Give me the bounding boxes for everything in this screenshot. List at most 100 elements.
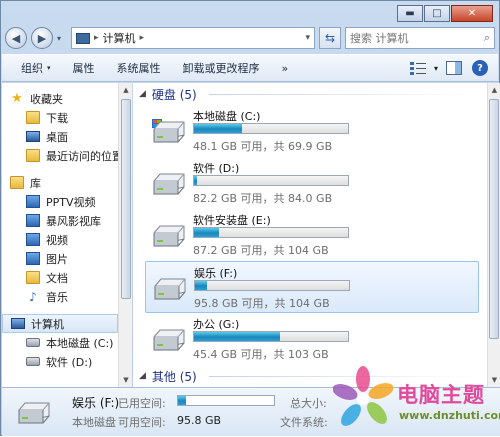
forward-button[interactable]: ▶ [31,27,53,49]
nav-libraries[interactable]: 库 [2,173,118,192]
more-commands-button[interactable]: » [271,57,300,79]
forward-arrow-icon: ▶ [37,31,47,45]
nav-item-drive-c[interactable]: 本地磁盘 (C:) [2,333,118,352]
nav-item-recent-places[interactable]: 最近访问的位置 [2,146,118,165]
nav-libraries-label: 库 [30,176,41,190]
breadcrumb-computer[interactable]: 计算机 [103,30,136,46]
nav-computer-label: 计算机 [31,317,64,331]
drive-usage-bar [193,227,349,238]
search-icon[interactable]: ⌕ [484,31,490,45]
scroll-up-icon[interactable]: ▲ [488,83,500,97]
selected-drive-name: 娱乐 (F:) [72,396,120,410]
breadcrumb-separator-icon[interactable]: ▸ [94,33,99,43]
desktop-icon [26,131,40,142]
help-button[interactable]: ? [470,58,490,78]
favorites-star-icon: ★ [11,91,23,106]
hard-drive-icon [26,357,40,366]
address-dropdown-icon[interactable]: ▾ [305,33,310,43]
hard-drive-icon [153,329,185,351]
drive-tile[interactable]: 软件 (D:) 82.2 GB 可用，共 84.0 GB [145,157,479,209]
scroll-down-icon[interactable]: ▼ [119,373,133,387]
nav-item-label: 软件 (D:) [46,355,93,369]
collapse-triangle-icon[interactable]: ◢ [139,89,146,99]
nav-item-downloads[interactable]: 下载 [2,108,118,127]
command-toolbar: 组织 ▾ 属性 系统属性 卸载或更改程序 » ▾ ? [2,54,498,82]
hard-drive-icon [152,119,185,143]
drive-name: 软件 (D:) [193,162,240,175]
toolbar-right: ▾ ? [408,58,490,78]
navigation-scrollbar[interactable]: ▲ ▼ [118,83,132,387]
music-icon: ♪ [29,289,37,304]
drive-tile[interactable]: 软件安装盘 (E:) 87.2 GB 可用，共 104 GB [145,209,479,261]
scroll-up-icon[interactable]: ▲ [119,83,133,97]
recent-pages-dropdown[interactable]: ▾ [57,34,67,43]
nav-item-label: 文档 [46,271,68,285]
drive-usage-fill [194,332,281,341]
nav-item-label: 桌面 [46,130,68,144]
drive-list: 本地磁盘 (C:) 48.1 GB 可用，共 69.9 GB 软件 (D:) 82.2… [133,105,487,365]
uninstall-program-button[interactable]: 卸载或更改程序 [172,57,271,79]
organize-button[interactable]: 组织 ▾ [10,57,62,79]
nav-item-drive-d[interactable]: 软件 (D:) [2,352,118,371]
content-scrollbar[interactable]: ▲ ▼ [487,83,500,387]
nav-favorites[interactable]: ★ 收藏夹 [2,89,118,108]
close-button[interactable]: ✕ [451,5,493,22]
drive-tile[interactable]: 娱乐 (F:) 95.8 GB 可用，共 104 GB [145,261,479,313]
nav-item-pictures[interactable]: 图片 [2,249,118,268]
drive-usage-fill [194,176,198,185]
nav-item-label: 暴风影视库 [46,214,101,228]
search-box[interactable]: ⌕ [345,27,495,49]
drive-free-space: 45.4 GB 可用，共 103 GB [193,348,329,361]
drive-free-space: 48.1 GB 可用，共 69.9 GB [193,140,333,153]
drive-tile[interactable]: 本地磁盘 (C:) 48.1 GB 可用，共 69.9 GB [145,105,479,157]
libraries-icon [10,176,24,189]
pictures-icon [26,252,40,265]
nav-item-baofeng[interactable]: 暴风影视库 [2,211,118,230]
preview-pane-button[interactable] [444,58,464,78]
nav-item-documents[interactable]: 文档 [2,268,118,287]
drive-usage-bar [193,331,349,342]
nav-item-label: 音乐 [46,290,68,304]
drive-usage-fill [194,228,219,237]
scroll-thumb[interactable] [489,99,499,339]
drive-free-space: 87.2 GB 可用，共 104 GB [193,244,329,257]
back-button[interactable]: ◀ [5,27,27,49]
system-properties-button[interactable]: 系统属性 [106,57,172,79]
explorer-window: ▬ □ ✕ ◀ ▶ ▾ ▸ 计算机 ▸ ▾ ⇆ ⌕ 组织 ▾ 属性 系统属性 卸载… [0,0,500,436]
refresh-icon: ⇆ [324,31,336,45]
documents-icon [26,271,40,284]
drive-usage-bar [193,123,349,134]
download-folder-icon [26,111,40,124]
properties-button[interactable]: 属性 [62,57,106,79]
section-title: 其他 (5) [151,369,197,384]
minimize-button[interactable]: ▬ [397,5,423,22]
refresh-button[interactable]: ⇆ [319,27,341,49]
scroll-thumb[interactable] [121,99,131,299]
maximize-button[interactable]: □ [424,5,450,22]
preview-pane-icon [446,61,462,75]
drive-name: 软件安装盘 (E:) [193,214,271,227]
nav-item-music[interactable]: ♪ 音乐 [2,287,118,306]
nav-item-label: 图片 [46,252,68,266]
change-view-button[interactable] [408,58,428,78]
nav-item-videos[interactable]: 视频 [2,230,118,249]
search-input[interactable] [350,31,470,45]
caption-buttons: ▬ □ ✕ [397,5,493,22]
address-bar[interactable]: ▸ 计算机 ▸ ▾ [71,27,315,49]
total-size-label: 总大小: [290,397,327,410]
breadcrumb-chevron-icon[interactable]: ▸ [140,33,145,43]
collapse-triangle-icon[interactable]: ◢ [139,371,146,381]
hard-disks-header[interactable]: ◢ 硬盘 (5) [133,83,487,105]
nav-item-label: 视频 [46,233,68,247]
drive-tile[interactable]: 办公 (G:) 45.4 GB 可用，共 103 GB [145,313,479,365]
nav-item-pptv[interactable]: PPTV视频 [2,192,118,211]
view-options-dropdown-icon[interactable]: ▾ [434,64,438,73]
back-arrow-icon: ◀ [11,31,21,45]
nav-computer[interactable]: 计算机 [2,314,118,333]
hard-drive-icon [153,173,185,195]
chevron-down-icon: ▾ [47,64,51,72]
videos-icon [26,233,40,246]
organize-label: 组织 [21,62,43,75]
nav-item-desktop[interactable]: 桌面 [2,127,118,146]
watermark-url: www.dnzhuti.com [399,409,500,422]
